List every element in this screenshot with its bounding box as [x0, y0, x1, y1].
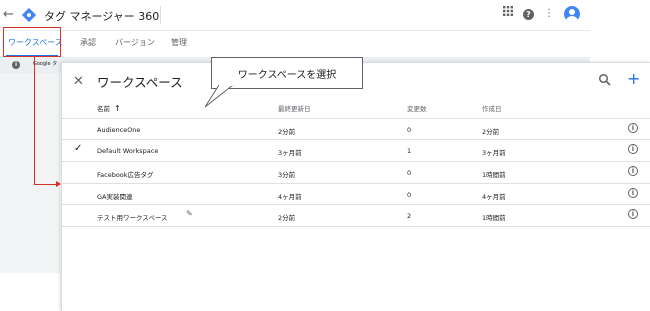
column-name[interactable]: 名前 ↑ — [97, 103, 121, 113]
app-bar: ← タグ マネージャー 360 ? ⋮ — [0, 0, 590, 31]
created-date: 4ヶ月前 — [482, 193, 506, 201]
last-updated: 3ヶ月前 — [278, 149, 302, 157]
check-icon: ✓ — [74, 143, 83, 154]
info-outline-icon[interactable]: i — [628, 188, 638, 198]
arrow-upward-icon: ↑ — [114, 104, 121, 113]
arrow-back-icon[interactable]: ← — [3, 7, 14, 22]
account-avatar[interactable] — [564, 6, 580, 22]
divider — [160, 6, 161, 24]
created-date: 1時間前 — [482, 171, 506, 179]
last-updated: 2分前 — [278, 128, 296, 136]
more-vert-icon[interactable]: ⋮ — [544, 6, 554, 22]
tab-bar: ワークスペース 承認 バージョン 管理 — [0, 31, 590, 58]
add-workspace-icon[interactable]: + — [627, 69, 640, 88]
background-content — [0, 73, 60, 273]
annotation-arrow-line — [34, 57, 35, 185]
last-updated: 4ヶ月前 — [278, 193, 302, 201]
created-date: 2分前 — [482, 128, 500, 136]
apps-icon[interactable] — [503, 6, 513, 22]
column-name-label: 名前 — [97, 105, 110, 113]
created-date: 3ヶ月前 — [482, 149, 506, 157]
tag-manager-logo — [22, 8, 36, 22]
app-title: タグ マネージャー 360 — [44, 10, 160, 23]
close-icon[interactable]: ✕ — [73, 74, 84, 89]
column-created[interactable]: 作成日 — [482, 103, 502, 113]
last-updated: 3分前 — [278, 171, 296, 179]
workspace-name: Default Workspace — [97, 147, 159, 155]
column-changes[interactable]: 変更数 — [407, 103, 427, 113]
table-row[interactable]: AudienceOne 2分前 0 2分前 i — [62, 118, 650, 140]
last-updated: 2分前 — [278, 214, 296, 222]
table-row[interactable]: テスト用ワークスペース ✎ 2分前 2 1時間前 i — [62, 204, 650, 227]
workspace-name: AudienceOne — [97, 126, 141, 134]
workspace-name: Facebook広告タグ — [97, 171, 154, 179]
info-outline-icon[interactable]: i — [628, 209, 638, 219]
info-outline-icon[interactable]: i — [628, 166, 638, 176]
tab-versions[interactable]: バージョン — [115, 37, 155, 48]
change-count: 0 — [407, 191, 412, 199]
workspace-panel: ✕ ワークスペース + ワークスペースを選択 名前 ↑ 最終更新日 変更数 作成日… — [61, 57, 650, 311]
table-row[interactable]: GA実装関連 4ヶ月前 0 4ヶ月前 i — [62, 183, 650, 205]
panel-title: ワークスペース — [97, 75, 183, 90]
annotation-arrow-line — [34, 184, 58, 185]
highlight-box — [3, 27, 61, 57]
table-row[interactable]: Facebook広告タグ 3分前 0 1時間前 i — [62, 161, 650, 183]
help-icon[interactable]: ? — [523, 8, 534, 20]
change-count: 0 — [407, 126, 412, 134]
tab-approval[interactable]: 承認 — [80, 37, 96, 48]
search-icon[interactable] — [598, 73, 612, 87]
tab-admin[interactable]: 管理 — [171, 37, 187, 48]
info-outline-icon[interactable]: i — [628, 123, 638, 133]
change-count: 0 — [407, 169, 412, 177]
change-count: 1 — [407, 147, 412, 155]
workspace-name: テスト用ワークスペース — [97, 214, 168, 222]
created-date: 1時間前 — [482, 214, 506, 222]
info-outline-icon[interactable]: i — [628, 144, 638, 154]
info-icon: i — [12, 61, 20, 69]
info-bar-text: Google タ — [33, 61, 58, 67]
workspace-name: GA実装関連 — [97, 193, 133, 201]
edit-icon[interactable]: ✎ — [186, 209, 193, 218]
table-row[interactable]: ✓ Default Workspace 3ヶ月前 1 3ヶ月前 i — [62, 139, 650, 161]
change-count: 2 — [407, 212, 412, 220]
column-updated[interactable]: 最終更新日 — [278, 103, 311, 113]
